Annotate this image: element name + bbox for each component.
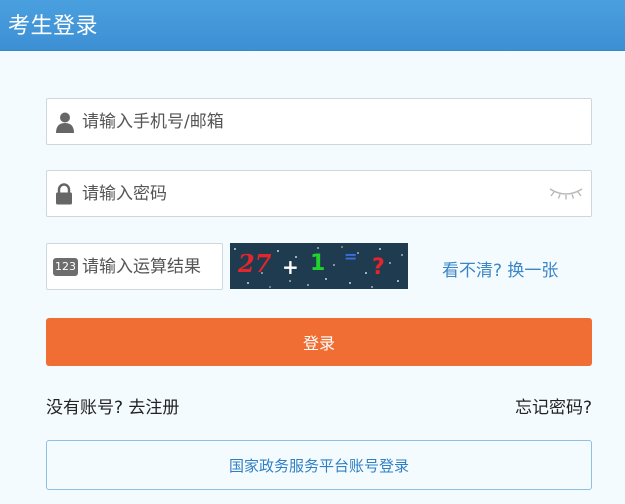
captcha-field[interactable]: 123 [46, 243, 223, 290]
captcha-token: = [344, 247, 358, 266]
captcha-token: + [282, 255, 299, 279]
page-title: 考生登录 [8, 14, 99, 39]
captcha-image[interactable]: 27 + 1 = ? [230, 243, 408, 289]
captcha-input[interactable] [82, 244, 220, 289]
lock-icon [56, 182, 72, 204]
password-input[interactable] [82, 171, 532, 216]
captcha-token: 27 [238, 249, 272, 278]
gov-platform-login-button[interactable]: 国家政务服务平台账号登录 [46, 440, 592, 490]
refresh-captcha-link[interactable]: 看不清? 换一张 [442, 256, 558, 281]
password-field[interactable] [46, 170, 592, 217]
login-button[interactable]: 登录 [46, 318, 592, 366]
user-icon [56, 112, 74, 133]
number-123-icon: 123 [53, 258, 78, 276]
captcha-token: ? [372, 255, 385, 280]
login-header: 考生登录 [0, 0, 625, 51]
register-link[interactable]: 没有账号? 去注册 [46, 393, 179, 418]
account-field[interactable] [46, 98, 592, 145]
eye-closed-icon[interactable] [547, 185, 585, 201]
captcha-token: 1 [310, 251, 326, 276]
forgot-password-link[interactable]: 忘记密码? [515, 393, 592, 418]
account-input[interactable] [82, 99, 582, 144]
